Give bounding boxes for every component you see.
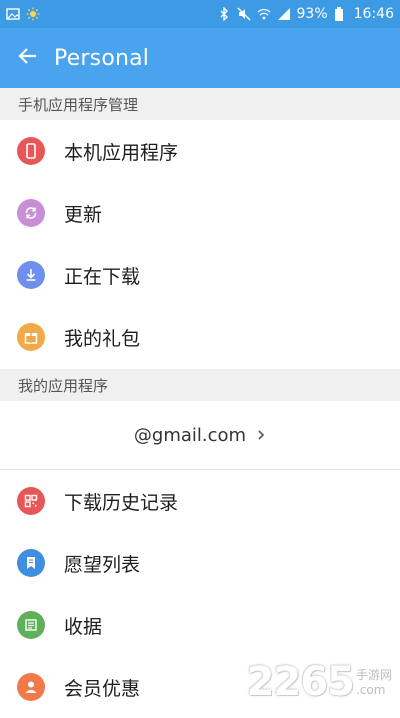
menu-item-downloading[interactable]: 正在下载 (0, 244, 400, 306)
back-button[interactable] (14, 44, 42, 72)
signal-icon (277, 7, 291, 21)
watermark-number: 2265 (246, 659, 355, 705)
menu-item-wishlist[interactable]: 愿望列表 (0, 532, 400, 594)
menu-item-receipts[interactable]: 收据 (0, 594, 400, 656)
battery-percent: 93% (296, 6, 328, 22)
status-bar-left (6, 7, 40, 21)
qr-icon (17, 487, 45, 515)
arrow-left-icon (17, 45, 39, 71)
clock: 16:46 (353, 6, 394, 22)
menu-item-my-gifts[interactable]: 我的礼包 (0, 306, 400, 368)
page-title: Personal (54, 45, 150, 71)
menu-item-device-apps[interactable]: 本机应用程序 (0, 120, 400, 182)
menu-item-label: 我的礼包 (64, 327, 141, 350)
menu-item-label: 下载历史记录 (64, 491, 179, 514)
section-header-device-apps: 手机应用程序管理 (0, 88, 400, 120)
menu-item-label: 愿望列表 (64, 553, 141, 576)
app-bar: Personal (0, 28, 400, 88)
bluetooth-icon (217, 6, 231, 22)
menu-item-label: 正在下载 (64, 265, 141, 288)
chevron-right-icon (256, 429, 266, 441)
account-email: @gmail.com (133, 424, 247, 446)
menu-item-label: 本机应用程序 (64, 141, 179, 164)
menu-item-updates[interactable]: 更新 (0, 182, 400, 244)
receipt-icon (17, 611, 45, 639)
status-bar: 93% 16:46 (0, 0, 400, 28)
watermark-domain: .com (355, 683, 386, 697)
battery-icon (334, 7, 348, 21)
watermark-suffix: 手游网 (355, 668, 392, 682)
status-bar-right: 93% 16:46 (217, 6, 394, 22)
menu-item-label: 会员优惠 (64, 677, 141, 700)
wifi-icon (257, 7, 271, 21)
section-header-my-apps: 我的应用程序 (0, 369, 400, 401)
account-row[interactable]: @gmail.com (0, 401, 400, 470)
refresh-icon (17, 199, 45, 227)
menu-item-download-history[interactable]: 下载历史记录 (0, 470, 400, 532)
image-icon (6, 7, 20, 21)
bookmark-icon (17, 549, 45, 577)
download-icon (17, 261, 45, 289)
mute-icon (237, 7, 251, 21)
watermark-text: 手游网 .com (354, 666, 392, 705)
gift-icon (17, 323, 45, 351)
phone-icon (17, 137, 45, 165)
person-icon (17, 673, 45, 701)
menu-item-label: 更新 (64, 203, 103, 226)
watermark: 2265 手游网 .com (247, 659, 392, 705)
menu-item-label: 收据 (64, 615, 103, 638)
sun-icon (26, 7, 40, 21)
